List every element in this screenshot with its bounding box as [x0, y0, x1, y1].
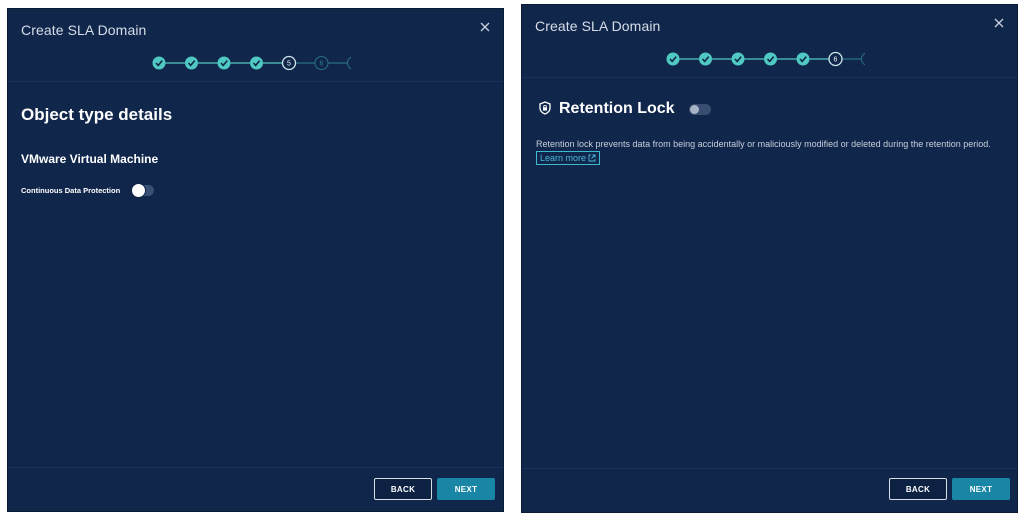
toggle-knob	[132, 184, 145, 197]
retention-lock-description: Retention lock prevents data from being …	[536, 137, 1016, 165]
close-icon[interactable]	[991, 15, 1007, 31]
object-type-heading: VMware Virtual Machine	[21, 152, 159, 166]
stepper-step-3	[731, 52, 745, 66]
back-button[interactable]: BACK	[374, 478, 432, 500]
wizard-stepper: 67	[666, 51, 865, 67]
learn-more-label: Learn more	[540, 153, 587, 163]
stepper-step-5	[796, 52, 810, 66]
page-title: Retention Lock	[559, 100, 675, 117]
learn-more-link[interactable]: Learn more	[536, 151, 601, 165]
stepper-step-2	[699, 52, 712, 66]
step-number: 6	[320, 61, 324, 68]
stepper-step-7: 7	[347, 56, 351, 70]
stepper-step-4	[250, 56, 263, 70]
step-number: 6	[834, 57, 838, 64]
stepper-step-3	[217, 56, 231, 70]
step-number: 5	[287, 61, 291, 68]
next-button[interactable]: NEXT	[952, 478, 1010, 500]
stepper-step-2	[185, 56, 198, 70]
back-button[interactable]: BACK	[889, 478, 947, 500]
cdp-label: Continuous Data Protection	[21, 186, 121, 195]
cdp-toggle[interactable]	[132, 184, 154, 197]
stepper-step-7: 7	[861, 52, 865, 66]
sla-dialog-retention-lock: Create SLA Domain 67 Retention Lock Rete…	[521, 4, 1018, 513]
dialog-title: Create SLA Domain	[535, 18, 661, 34]
next-button[interactable]: NEXT	[437, 478, 495, 500]
description-text: Retention lock prevents data from being …	[536, 139, 991, 149]
dialog-footer: BACK NEXT	[522, 468, 1017, 512]
shield-icon	[539, 101, 551, 115]
stepper-step-6: 6	[314, 56, 329, 70]
stepper-step-1	[152, 56, 166, 70]
page-title: Object type details	[21, 105, 173, 124]
stepper-step-6: 6	[828, 51, 843, 67]
stepper-step-1	[666, 52, 680, 66]
stepper-step-5: 5	[281, 55, 297, 71]
toggle-knob	[690, 105, 699, 114]
dialog-header: Create SLA Domain 67	[522, 5, 1017, 78]
retention-lock-toggle[interactable]	[689, 104, 711, 115]
close-icon[interactable]	[477, 19, 493, 35]
wizard-stepper: 5 6 7	[152, 55, 351, 71]
external-link-icon	[588, 154, 596, 162]
sla-dialog-object-type: Create SLA Domain 5 6 7 Object type detail…	[7, 8, 504, 512]
dialog-footer: BACK NEXT	[8, 467, 503, 511]
stepper-step-4	[764, 52, 777, 66]
dialog-title: Create SLA Domain	[21, 22, 147, 38]
dialog-header: Create SLA Domain 5 6 7	[8, 9, 503, 82]
